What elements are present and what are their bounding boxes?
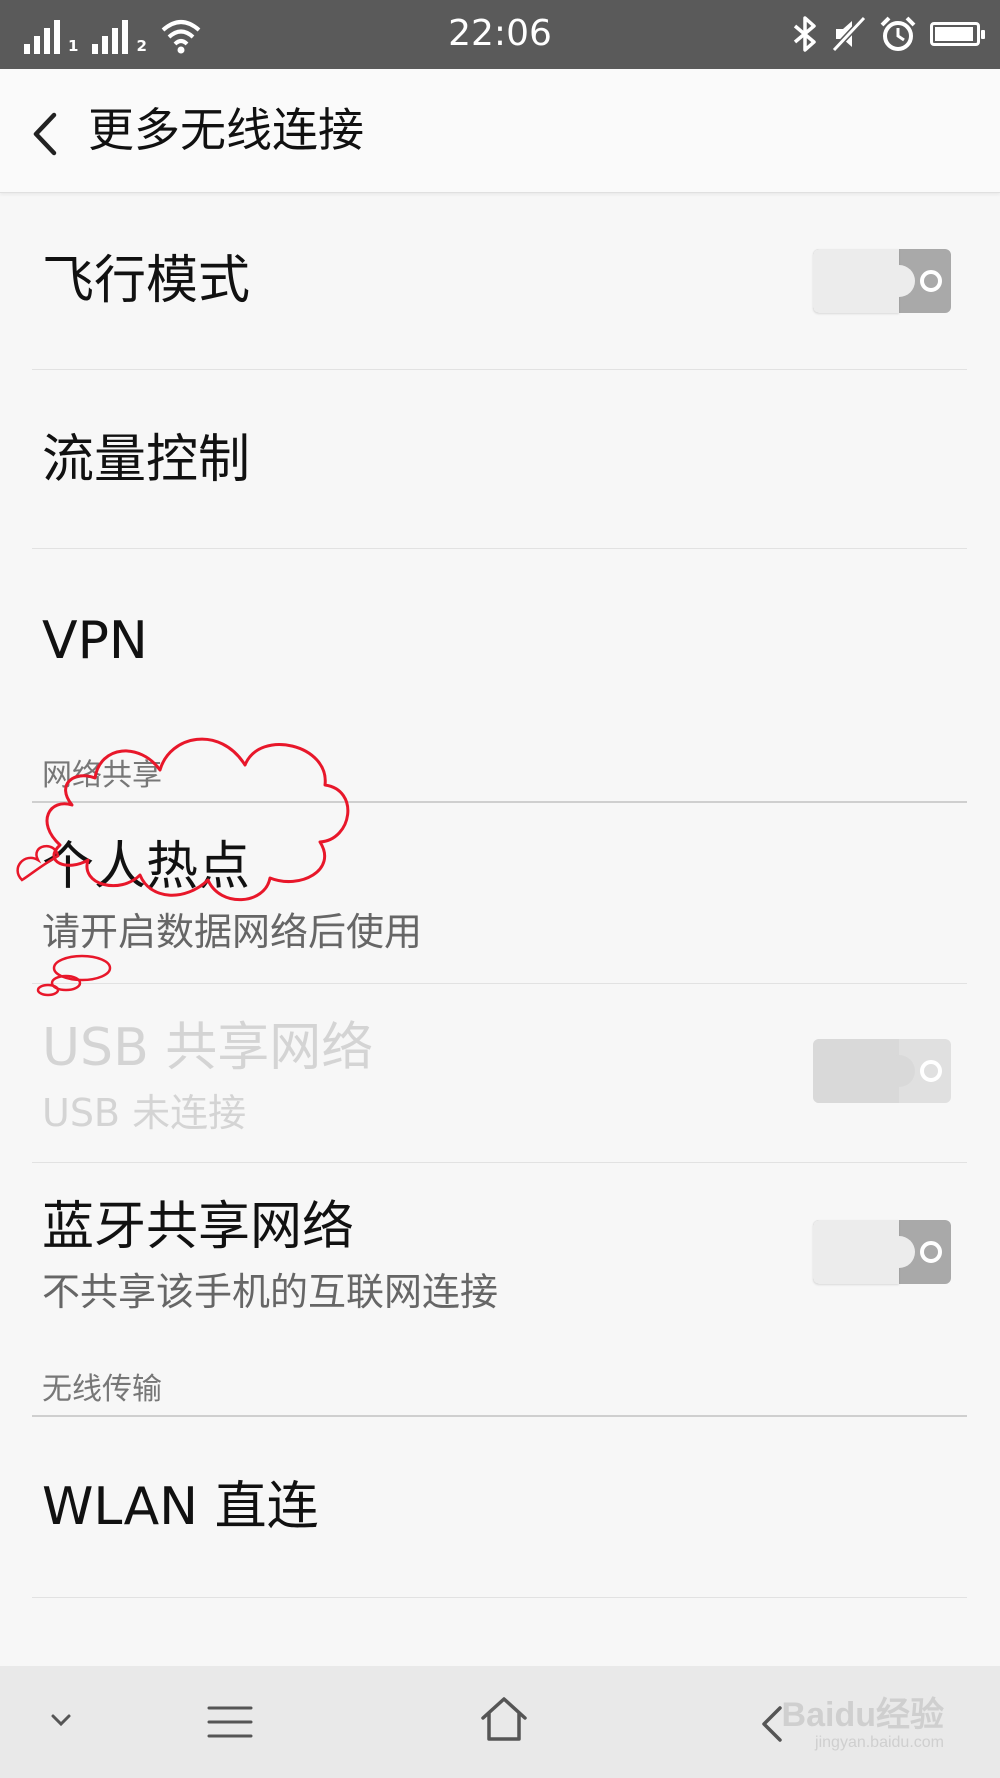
watermark-url: jingyan.baidu.com: [815, 1734, 944, 1751]
page-title: 更多无线连接: [88, 103, 364, 157]
divider: [32, 1597, 967, 1598]
alarm-icon: [880, 16, 916, 51]
status-icons: [792, 14, 985, 54]
chevron-down-icon[interactable]: [48, 1710, 74, 1730]
wlan-direct-label: WLAN 直连: [42, 1477, 319, 1537]
data-control-label: 流量控制: [42, 430, 251, 490]
bluetooth-icon: [793, 16, 816, 52]
header: 更多无线连接: [0, 69, 1000, 193]
hotspot-row[interactable]: 个人热点 请开启数据网络后使用: [0, 803, 1000, 983]
airplane-mode-row[interactable]: 飞行模式: [0, 193, 1000, 369]
wlan-direct-row[interactable]: WLAN 直连: [0, 1417, 1000, 1597]
watermark-brand: Baidu经验: [781, 1696, 944, 1734]
airplane-mode-toggle[interactable]: [813, 249, 951, 313]
hotspot-label: 个人热点: [42, 837, 251, 897]
home-icon[interactable]: [478, 1694, 530, 1744]
watermark: Baidu经验 jingyan.baidu.com: [782, 1696, 944, 1752]
bluetooth-tethering-row[interactable]: 蓝牙共享网络 不共享该手机的互联网连接: [0, 1163, 1000, 1343]
bluetooth-tethering-label: 蓝牙共享网络: [42, 1197, 355, 1257]
bluetooth-tethering-toggle[interactable]: [813, 1220, 951, 1284]
section-header-wireless-transfer: 无线传输: [42, 1372, 162, 1407]
airplane-mode-label: 飞行模式: [42, 251, 251, 311]
bluetooth-tethering-subtitle: 不共享该手机的互联网连接: [42, 1270, 499, 1314]
battery-icon: [930, 22, 985, 46]
vpn-label: VPN: [42, 611, 148, 671]
usb-tethering-label: USB 共享网络: [42, 1018, 374, 1078]
vpn-row[interactable]: VPN: [0, 549, 1000, 729]
usb-tethering-toggle: [813, 1039, 951, 1103]
menu-icon[interactable]: [205, 1702, 255, 1742]
silent-icon: [832, 16, 866, 52]
data-control-row[interactable]: 流量控制: [0, 370, 1000, 548]
usb-tethering-subtitle: USB 未连接: [42, 1091, 247, 1135]
status-bar: 1 2 22:06: [0, 0, 1000, 69]
usb-tethering-row: USB 共享网络 USB 未连接: [0, 984, 1000, 1162]
hotspot-subtitle: 请开启数据网络后使用: [42, 910, 423, 954]
section-header-tethering: 网络共享: [42, 758, 162, 793]
back-arrow-icon[interactable]: [28, 109, 68, 159]
